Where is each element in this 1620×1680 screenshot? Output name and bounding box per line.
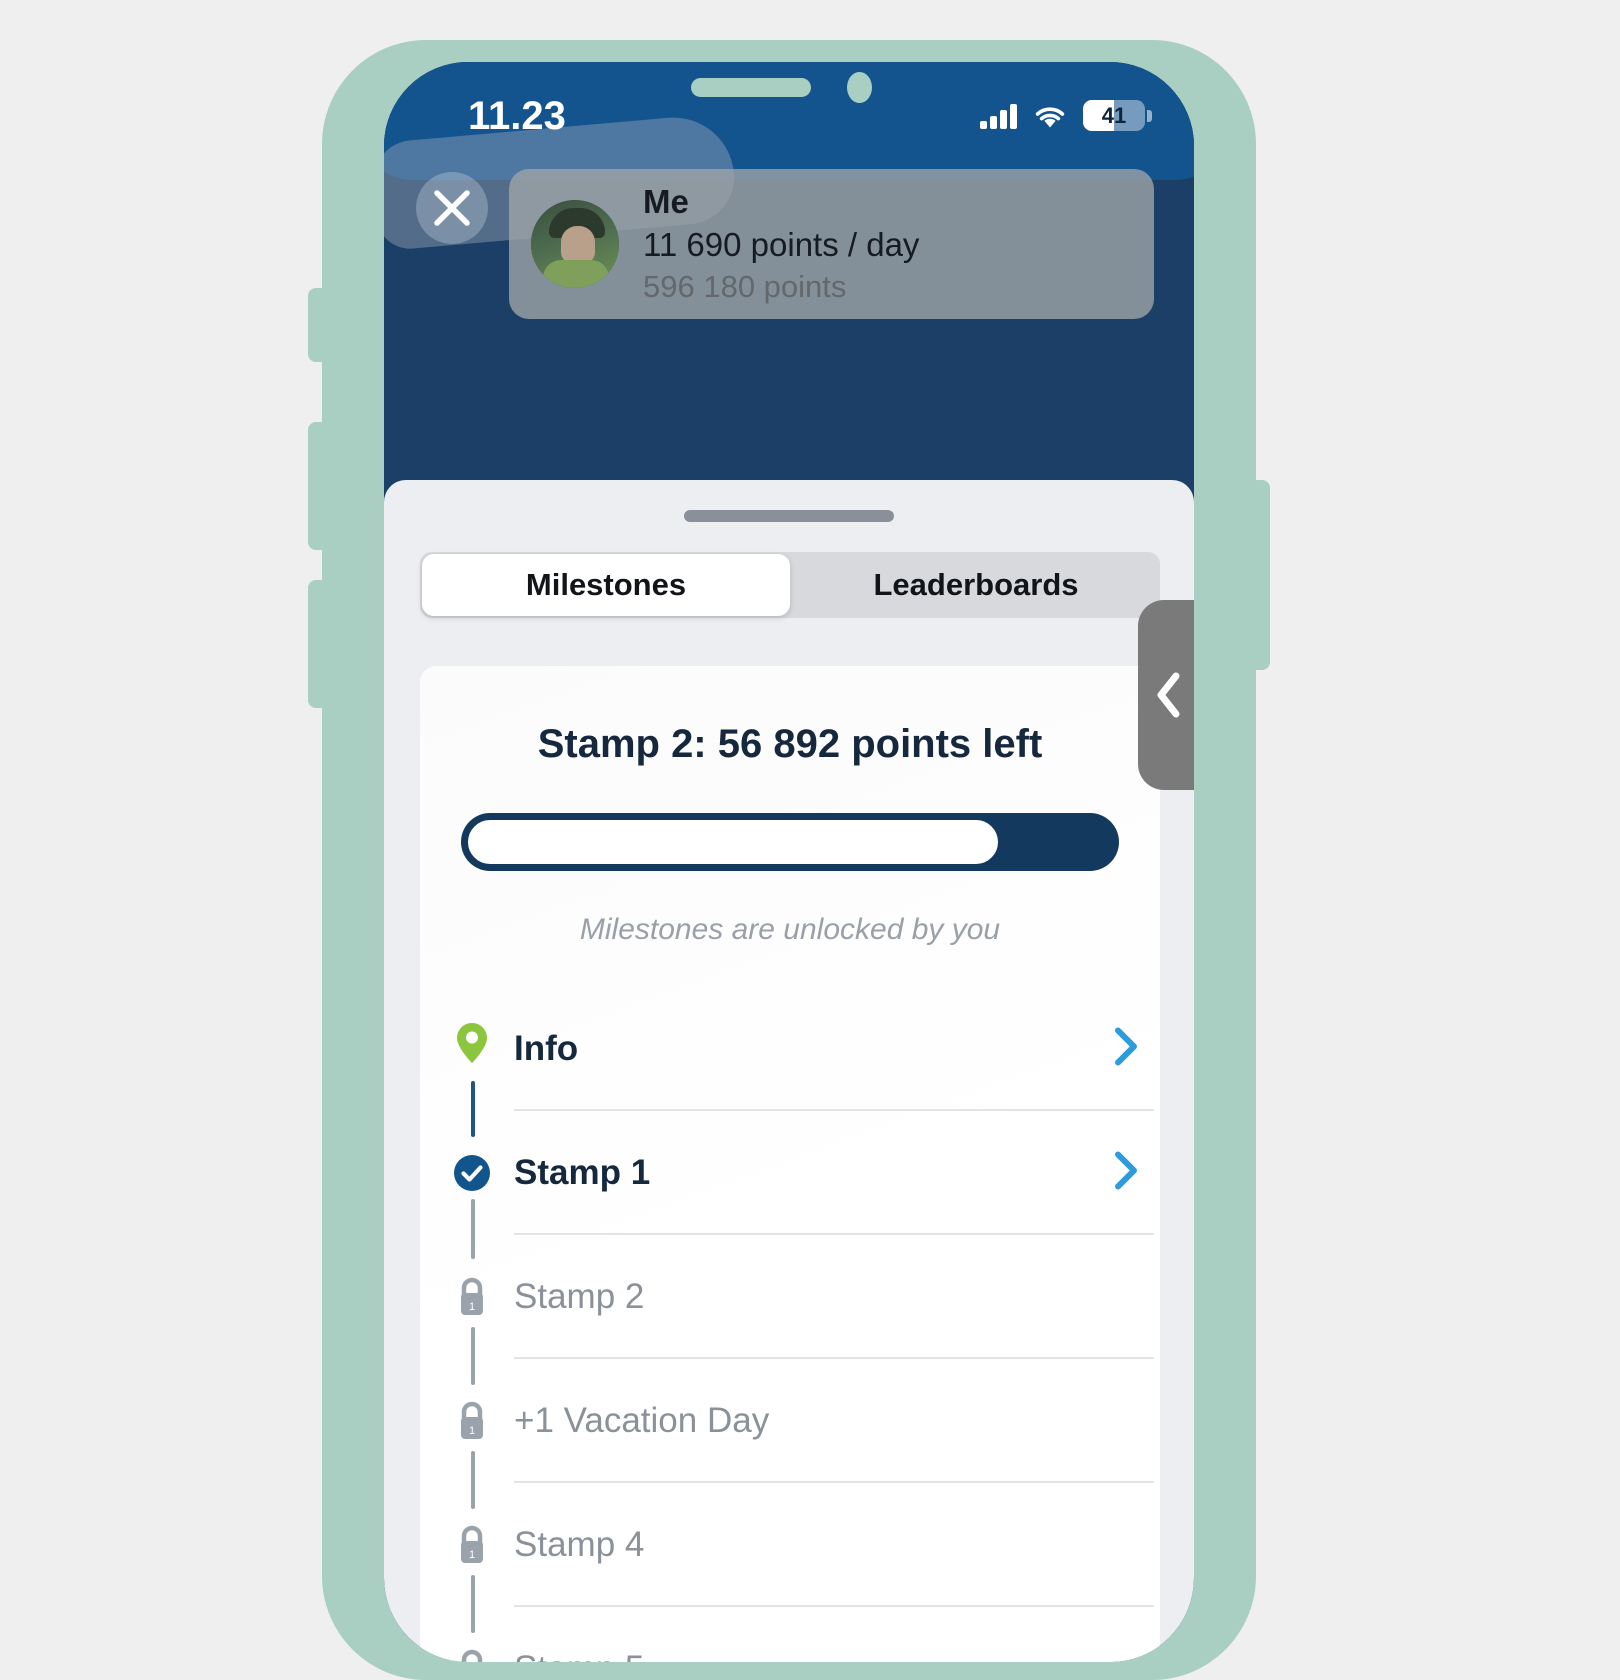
list-item-label: Stamp 1 (514, 1153, 651, 1192)
profile-card[interactable]: Me 11 690 points / day 596 180 points (509, 169, 1154, 319)
phone-screen: 11.23 41 Me 11 690 points / day 596 180 … (384, 62, 1194, 1662)
progress-bar-track (464, 816, 1002, 868)
list-item[interactable]: 1 Stamp 5 (420, 1607, 1160, 1662)
battery-nub (1147, 109, 1152, 122)
phone-frame: 11.23 41 Me 11 690 points / day 596 180 … (308, 40, 1270, 1680)
list-item[interactable]: Info (420, 987, 1160, 1137)
list-item-label: Stamp 4 (514, 1525, 645, 1564)
lock-icon: 1 (450, 1646, 494, 1662)
list-item-label: Info (514, 1029, 579, 1068)
volume-up-button[interactable] (308, 422, 324, 550)
status-icons: 41 (980, 100, 1152, 131)
map-pin-icon (450, 1021, 494, 1065)
cellular-signal-icon (980, 103, 1017, 129)
progress-bar (461, 813, 1119, 871)
drag-handle[interactable] (684, 510, 894, 522)
tab-leaderboards[interactable]: Leaderboards (792, 552, 1160, 618)
list-item-label: Stamp 2 (514, 1277, 645, 1316)
lock-icon: 1 (450, 1522, 494, 1568)
list-item-label: +1 Vacation Day (514, 1401, 770, 1440)
wifi-icon (1035, 106, 1065, 127)
chevron-right-icon[interactable] (1108, 1149, 1142, 1198)
tab-milestones[interactable]: Milestones (422, 554, 790, 616)
page-title: Stamp 2: 56 892 points left (537, 722, 1043, 766)
list-item-label: Stamp 5 (514, 1649, 644, 1662)
power-button[interactable] (1254, 480, 1270, 670)
milestones-panel: Stamp 2: 56 892 points left Milestones a… (420, 666, 1160, 1662)
svg-text:1: 1 (469, 1301, 475, 1313)
milestones-list: Info Stamp 1 1 Stamp 2 1 +1 Vacation Day… (420, 987, 1160, 1662)
silent-switch[interactable] (308, 288, 324, 362)
svg-text:1: 1 (469, 1425, 475, 1437)
battery-level-label: 41 (1101, 102, 1127, 128)
bottom-sheet: Milestones Leaderboards Stamp 2: 56 892 … (384, 480, 1194, 1662)
chevron-right-icon[interactable] (1108, 1025, 1142, 1074)
profile-name: Me (643, 182, 689, 220)
tab-bar: Milestones Leaderboards (420, 552, 1160, 618)
volume-down-button[interactable] (308, 580, 324, 708)
battery-icon: 41 (1083, 100, 1145, 131)
list-item[interactable]: 1 Stamp 2 (420, 1235, 1160, 1385)
check-circle-icon (450, 1153, 494, 1193)
profile-rate: 11 690 points / day (643, 226, 920, 264)
svg-text:1: 1 (469, 1549, 475, 1561)
status-bar: 11.23 41 (384, 92, 1194, 148)
status-time: 11.23 (468, 94, 566, 138)
lock-icon: 1 (450, 1398, 494, 1444)
close-button[interactable] (416, 172, 488, 244)
list-item[interactable]: 1 Stamp 4 (420, 1483, 1160, 1633)
chevron-left-icon (1157, 672, 1180, 718)
lock-icon: 1 (450, 1274, 494, 1320)
side-drawer-toggle[interactable] (1138, 600, 1194, 790)
list-item[interactable]: Stamp 1 (420, 1111, 1160, 1259)
list-item[interactable]: 1 +1 Vacation Day (420, 1359, 1160, 1509)
progress-note: Milestones are unlocked by you (579, 913, 1001, 946)
profile-total-points: 596 180 points (643, 269, 847, 305)
profile-text: Me 11 690 points / day 596 180 points (643, 183, 919, 305)
close-icon (434, 190, 470, 226)
avatar (531, 200, 619, 288)
